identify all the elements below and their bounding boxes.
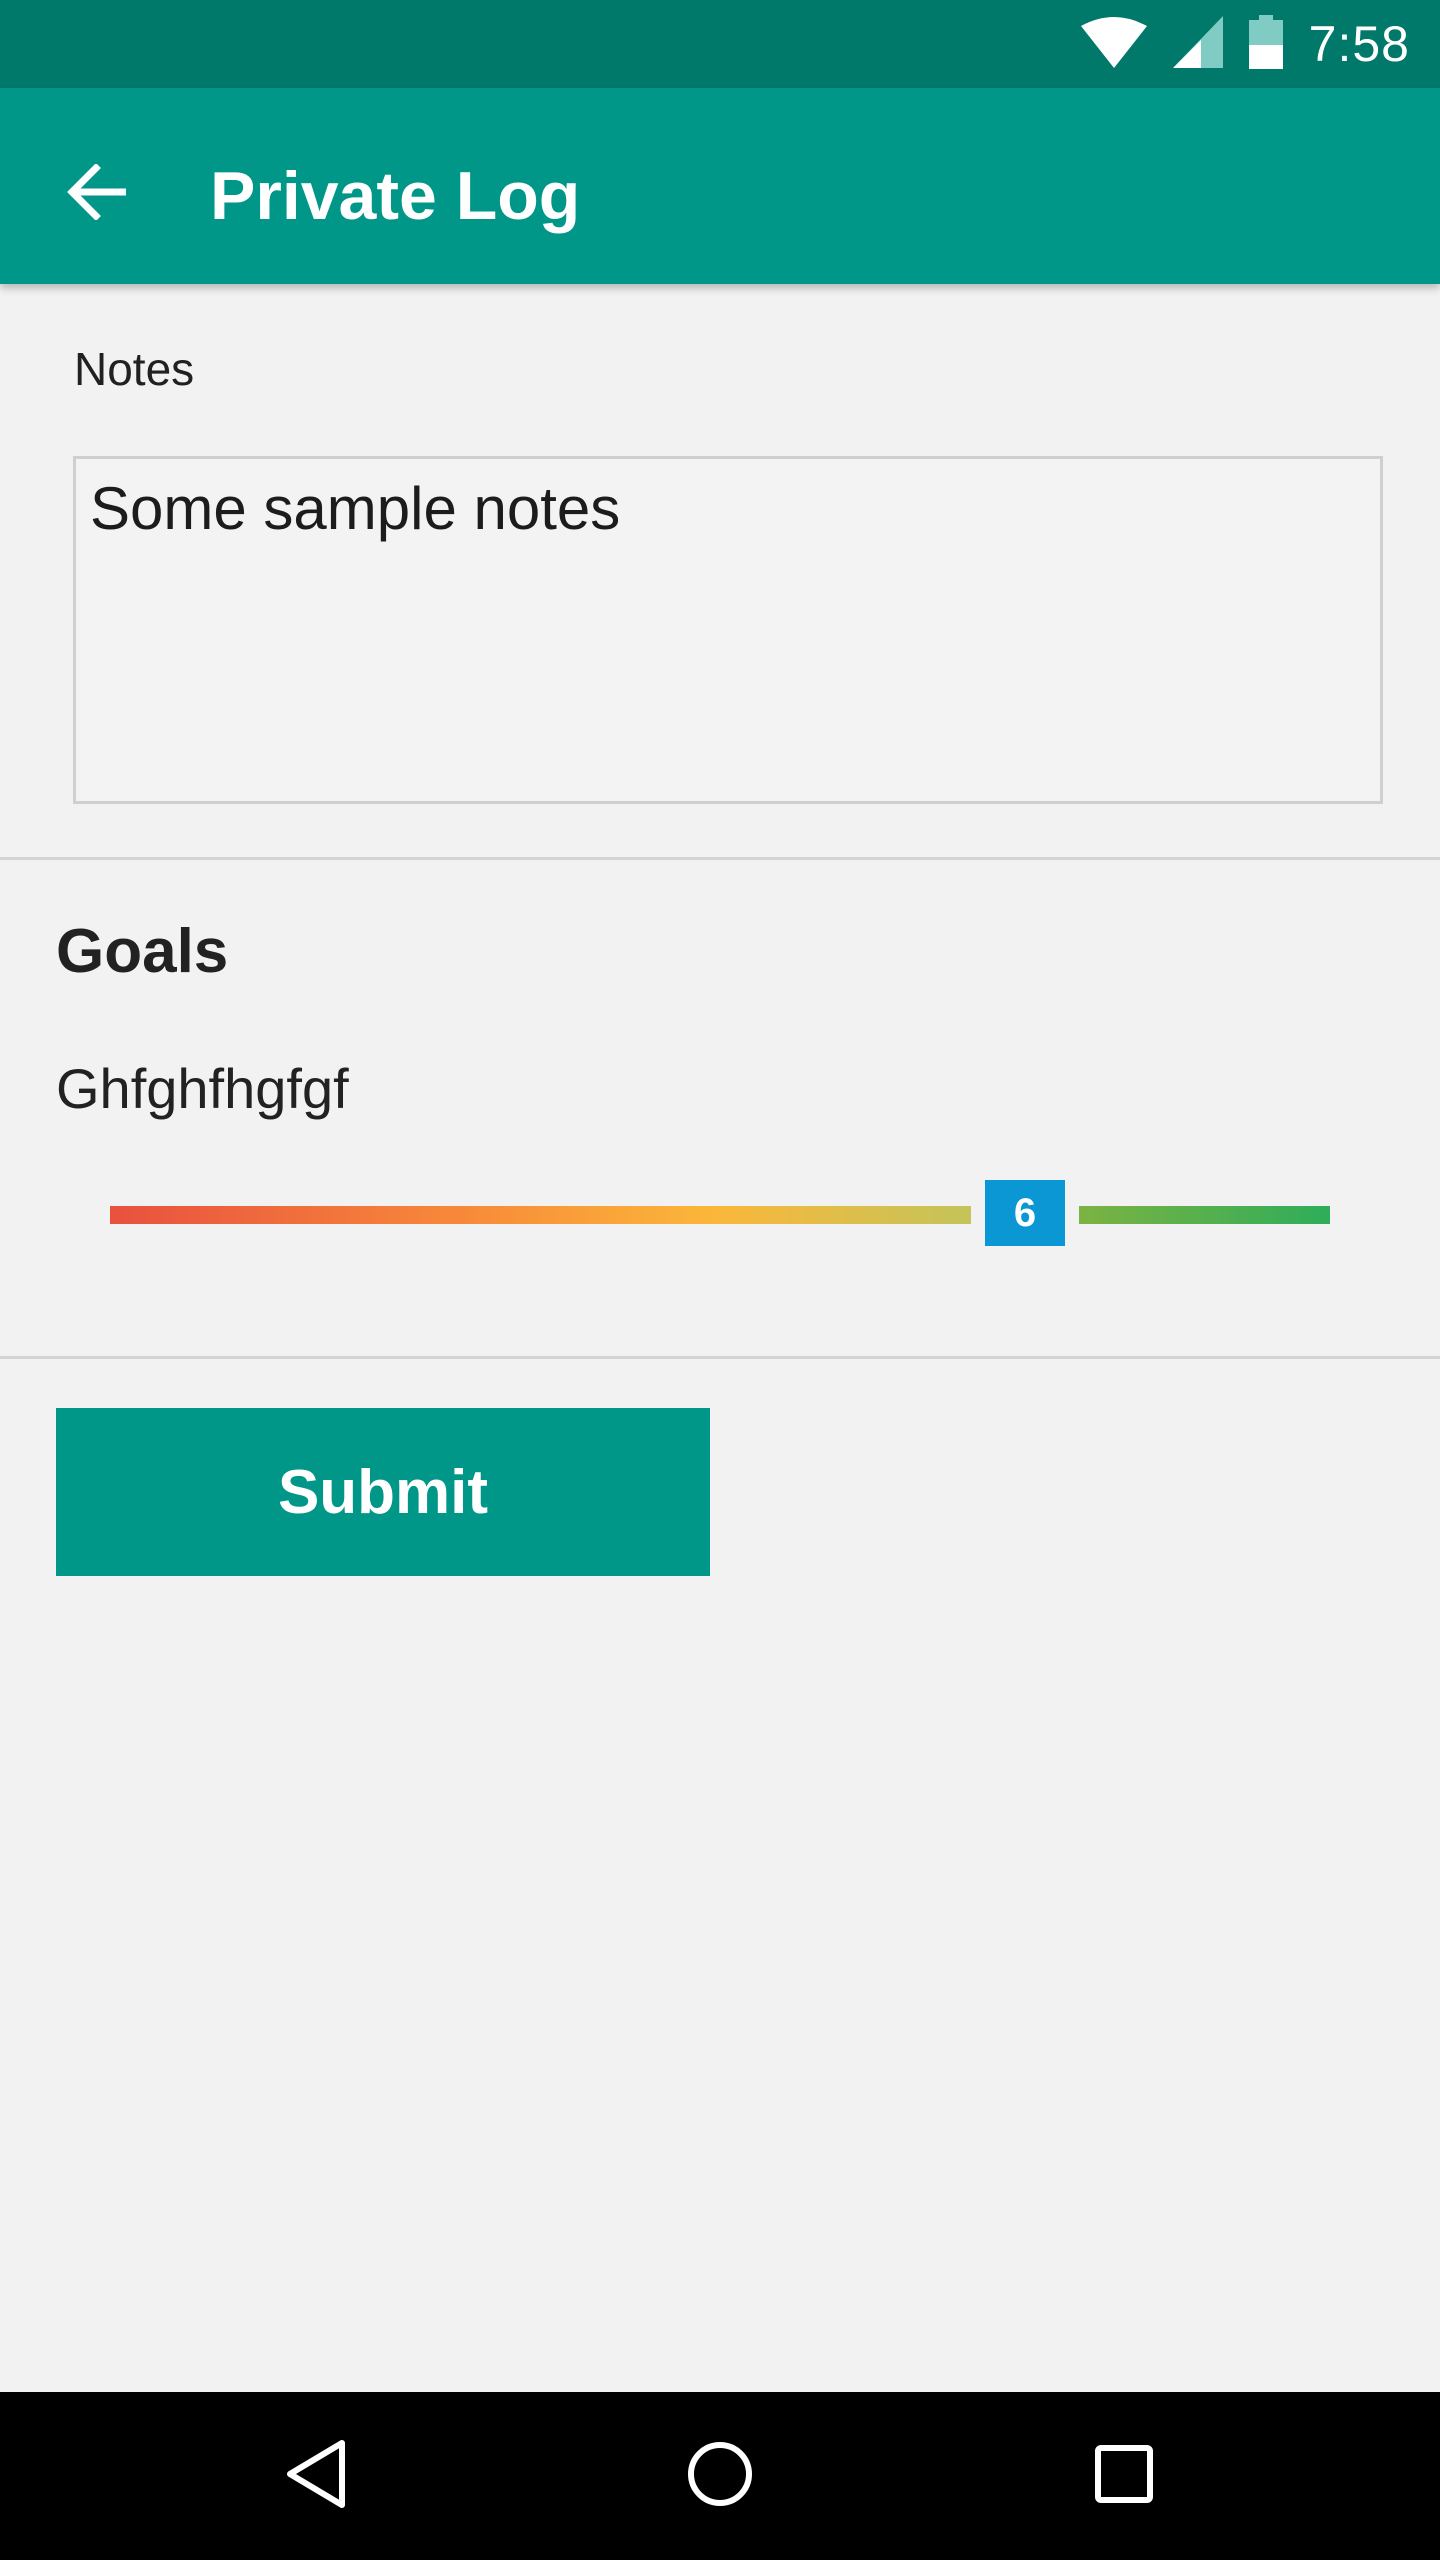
nav-back-icon — [284, 2439, 348, 2514]
app-bar: Private Log — [0, 88, 1440, 284]
slider-track-remaining — [1079, 1206, 1330, 1224]
slider-thumb[interactable]: 6 — [985, 1180, 1065, 1246]
nav-recents-icon — [1094, 2444, 1154, 2509]
nav-recents-button[interactable] — [1074, 2426, 1174, 2526]
wifi-icon — [1080, 16, 1147, 73]
cell-signal-icon — [1172, 15, 1223, 73]
nav-home-button[interactable] — [670, 2426, 770, 2526]
nav-home-icon — [686, 2440, 754, 2513]
slider-track-filled — [110, 1206, 971, 1224]
submit-button[interactable]: Submit — [56, 1408, 710, 1576]
status-icons: 7:58 — [1080, 14, 1410, 74]
status-bar: 7:58 — [0, 0, 1440, 88]
goal-name: Ghfghfhgfgf — [56, 1057, 349, 1120]
back-button[interactable] — [50, 146, 146, 242]
goal-rating-slider[interactable]: 6 — [110, 1180, 1330, 1248]
status-time: 7:58 — [1308, 16, 1410, 72]
navigation-bar — [0, 2392, 1440, 2560]
divider — [0, 857, 1440, 860]
notes-label: Notes — [74, 343, 195, 395]
notes-field[interactable]: Some sample notes — [73, 456, 1383, 804]
goals-title: Goals — [56, 917, 229, 986]
page-title: Private Log — [210, 158, 581, 234]
nav-back-button[interactable] — [266, 2426, 366, 2526]
arrow-back-icon — [66, 162, 130, 225]
battery-icon — [1248, 14, 1283, 74]
divider — [0, 1356, 1440, 1359]
